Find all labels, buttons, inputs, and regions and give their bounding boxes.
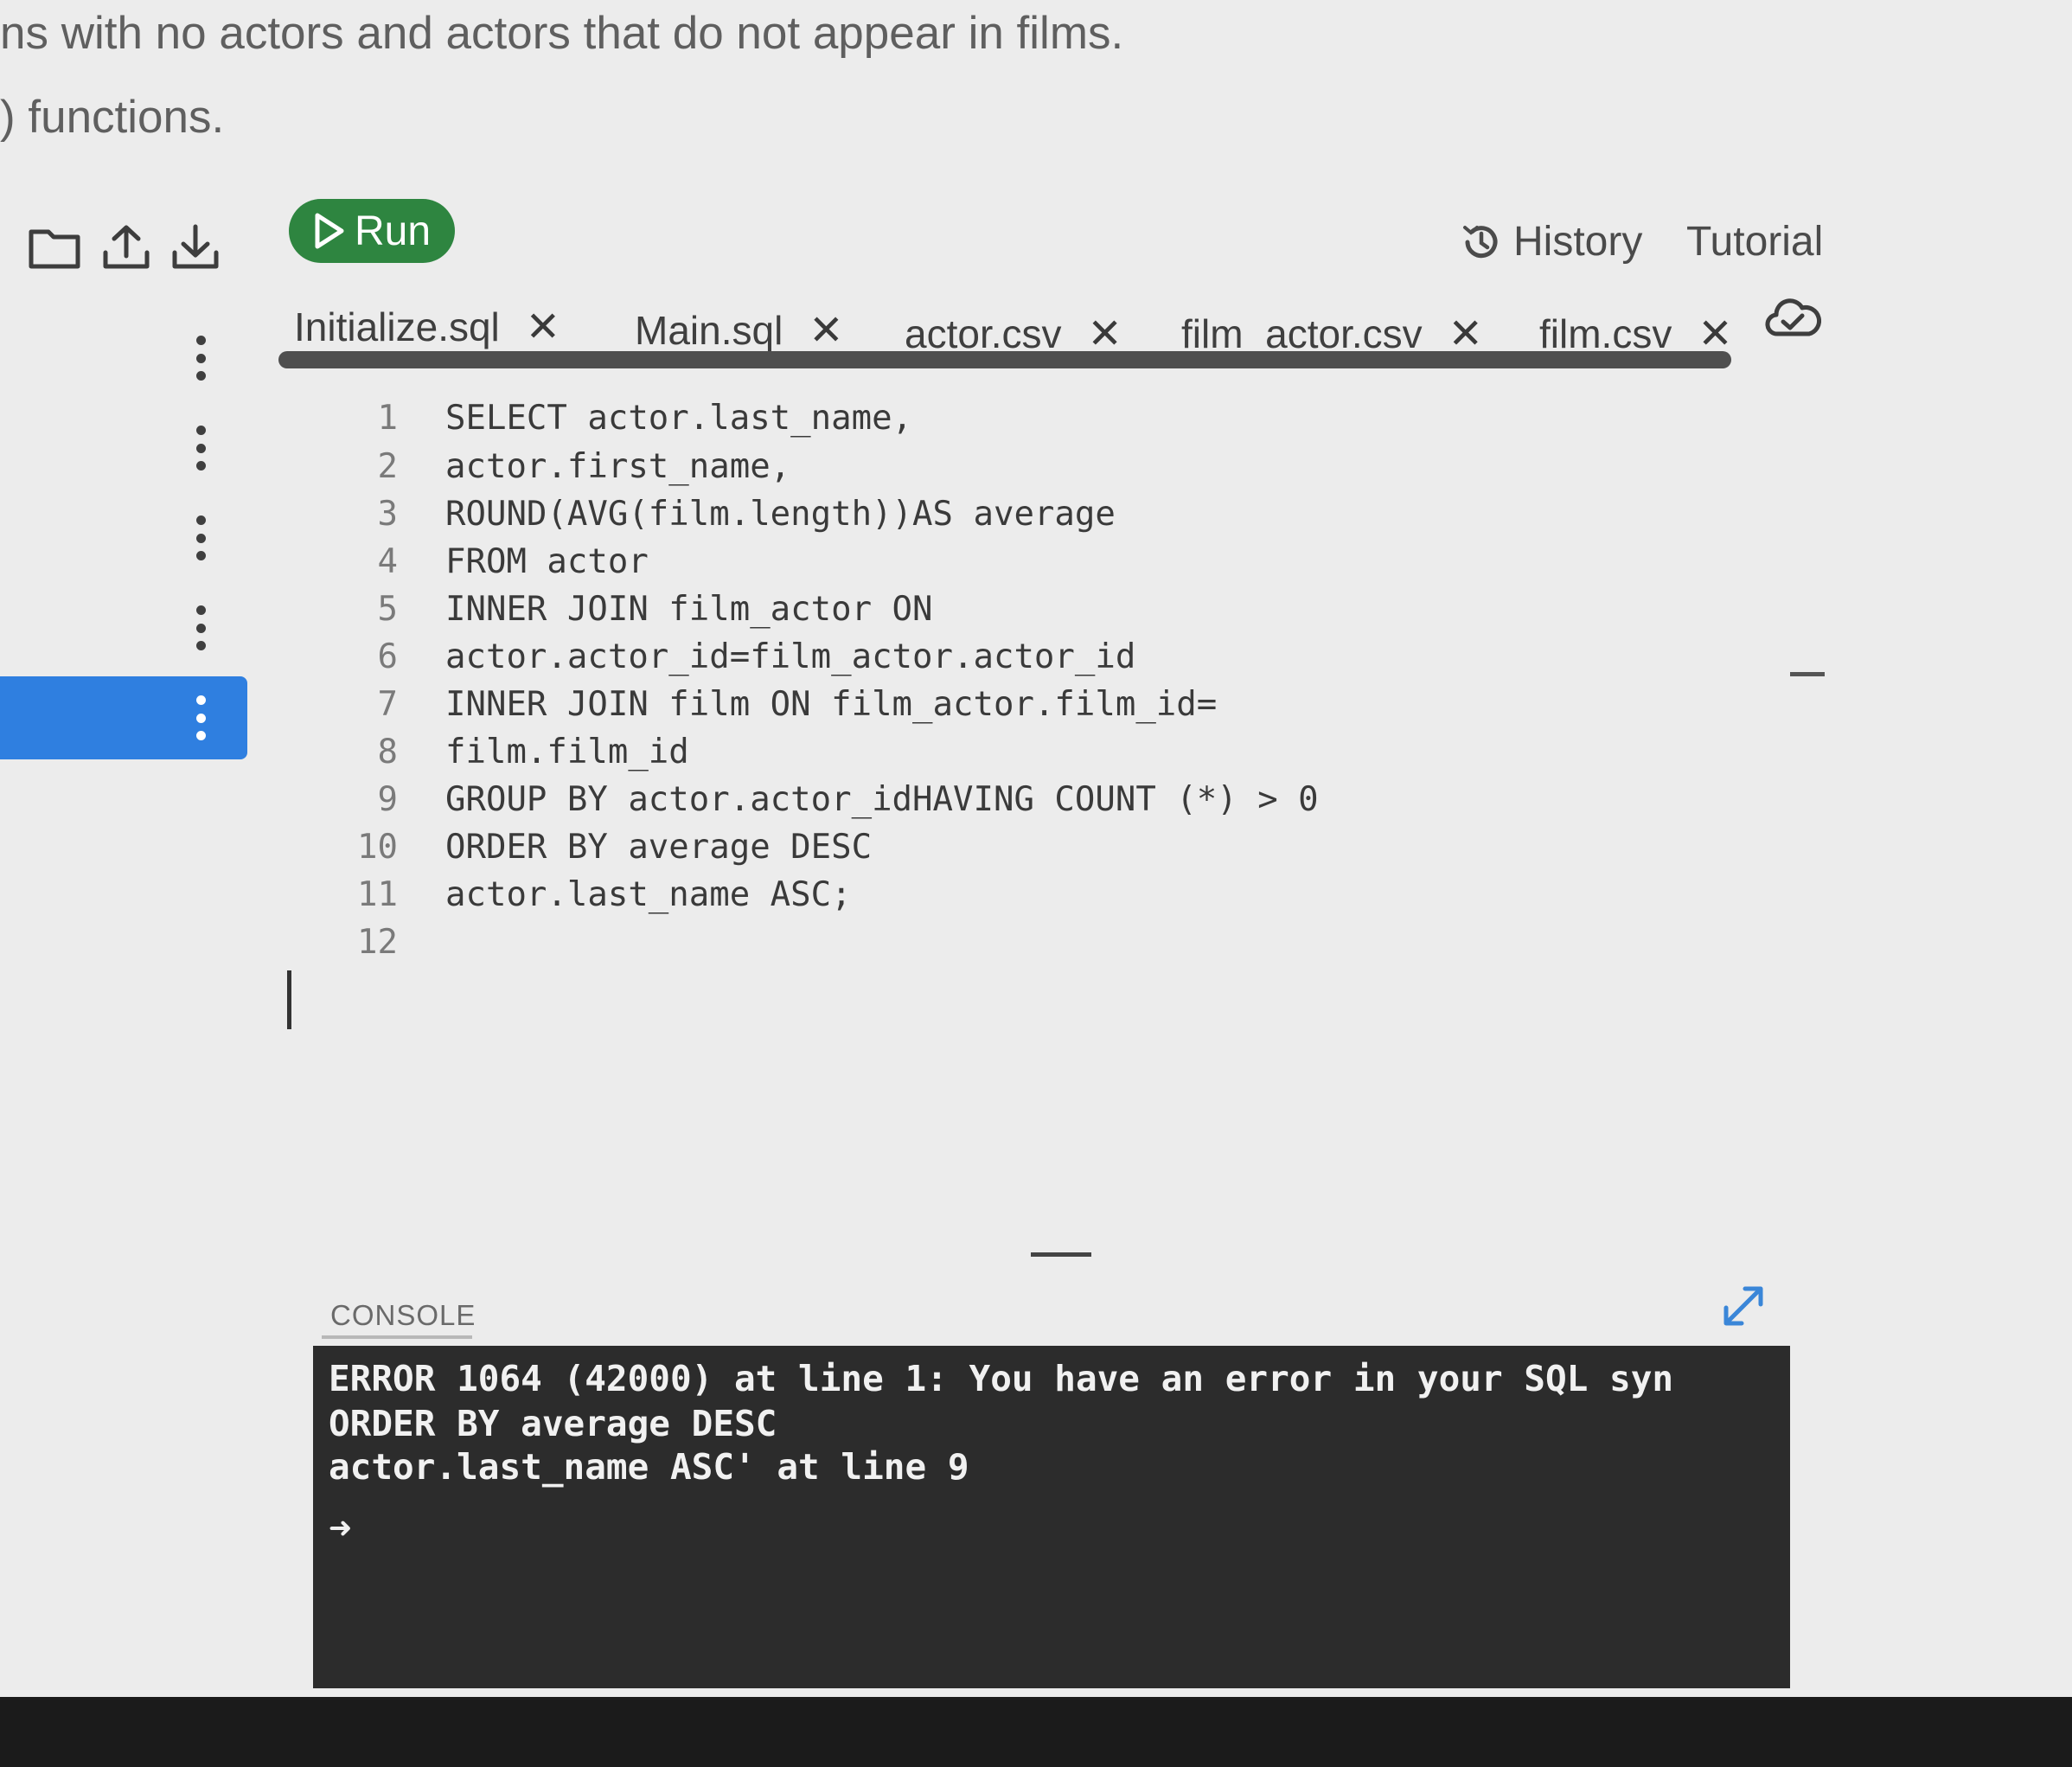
close-icon[interactable]: ✕ (809, 306, 843, 355)
tab-label: film.csv (1539, 311, 1672, 356)
more-options-icon[interactable] (194, 336, 208, 381)
run-label: Run (354, 208, 432, 254)
tab-main-sql[interactable]: Main.sql ✕ (635, 306, 844, 355)
code-line: 9 GROUP BY actor.actor_idHAVING COUNT (*)… (346, 776, 1319, 823)
line-number: 11 (357, 874, 398, 914)
folder-icon[interactable] (28, 223, 83, 272)
code-line: 10 ORDER BY average DESC (346, 823, 872, 870)
code-text: SELECT actor.last_name, (445, 398, 913, 438)
line-number: 8 (377, 732, 398, 771)
line-number: 1 (377, 398, 398, 438)
line-number: 4 (377, 541, 398, 581)
tutorial-link[interactable]: Tutorial (1686, 218, 1823, 266)
download-icon[interactable] (168, 223, 223, 272)
expand-icon[interactable] (1719, 1282, 1768, 1330)
console-label: CONSOLE (330, 1299, 476, 1331)
text-caret (287, 970, 291, 1029)
line-number: 2 (377, 446, 398, 486)
tab-label: Initialize.sql (294, 304, 500, 349)
console-output[interactable]: ERROR 1064 (42000) at line 1: You have a… (313, 1346, 1790, 1688)
file-row-active[interactable] (0, 676, 247, 759)
code-text: actor.actor_id=film_actor.actor_id (445, 637, 1136, 676)
code-text: ROUND(AVG(film.length))AS average (445, 494, 1116, 534)
file-row[interactable] (0, 586, 247, 669)
code-line: 7 INNER JOIN film ON film_actor.film_id= (346, 681, 1218, 727)
panel-resize-handle[interactable] (1031, 1252, 1091, 1257)
upload-icon[interactable] (99, 223, 154, 272)
code-text: FROM actor (445, 541, 649, 581)
code-line: 2 actor.first_name, (346, 443, 791, 490)
code-text: GROUP BY actor.actor_idHAVING COUNT (*) … (445, 779, 1319, 819)
tab-label: film_actor.csv (1181, 311, 1423, 356)
more-options-icon[interactable] (194, 515, 208, 560)
line-number: 9 (377, 779, 398, 819)
close-icon[interactable]: ✕ (526, 303, 560, 351)
instructions-text: ) functions. (0, 92, 225, 143)
play-icon (315, 213, 344, 249)
more-options-icon[interactable] (194, 426, 208, 471)
tab-scrollbar[interactable] (278, 351, 1731, 368)
history-button[interactable]: History (1460, 218, 1642, 266)
line-number: 12 (357, 922, 398, 962)
more-options-icon[interactable] (194, 695, 208, 740)
code-text: INNER JOIN film ON film_actor.film_id= (445, 684, 1218, 724)
instructions-text: ns with no actors and actors that do not… (0, 8, 1124, 59)
code-line: 5 INNER JOIN film_actor ON (346, 586, 933, 632)
code-text: INNER JOIN film_actor ON (445, 589, 933, 629)
run-button[interactable]: Run (289, 199, 455, 263)
line-number: 6 (377, 637, 398, 676)
code-line: 8 film.film_id (346, 728, 689, 775)
screen-bezel (0, 1697, 2072, 1767)
console-line: ORDER BY average DESC (329, 1403, 777, 1444)
code-editor[interactable]: 1 SELECT actor.last_name, 2 actor.first_na… (346, 372, 1816, 962)
code-line: 12 (346, 919, 398, 965)
code-line: 4 FROM actor (346, 538, 649, 585)
line-number: 5 (377, 589, 398, 629)
cloud-saved-icon (1764, 296, 1821, 343)
line-number: 7 (377, 684, 398, 724)
code-text: actor.first_name, (445, 446, 791, 486)
code-line: 1 SELECT actor.last_name, (346, 394, 913, 441)
code-text: film.film_id (445, 732, 689, 771)
line-number: 10 (357, 827, 398, 867)
file-row[interactable] (0, 317, 247, 400)
line-number: 3 (377, 494, 398, 534)
file-row[interactable] (0, 496, 247, 579)
console-tab-underline (322, 1335, 472, 1339)
console-prompt-icon: ➜ (329, 1507, 352, 1551)
code-text: ORDER BY average DESC (445, 827, 873, 867)
tab-initialize-sql[interactable]: Initialize.sql ✕ (294, 303, 560, 351)
code-text: actor.last_name ASC; (445, 874, 852, 914)
tab-label: actor.csv (905, 311, 1062, 356)
history-icon (1463, 225, 1498, 258)
tab-label: Main.sql (635, 308, 783, 353)
more-options-icon[interactable] (194, 605, 208, 650)
minimize-indicator[interactable] (1790, 672, 1825, 676)
console-line: actor.last_name ASC' at line 9 (329, 1446, 969, 1488)
file-row[interactable] (0, 407, 247, 490)
code-line: 11 actor.last_name ASC; (346, 871, 852, 918)
code-line: 3 ROUND(AVG(film.length))AS average (346, 490, 1116, 537)
history-label: History (1513, 219, 1643, 265)
code-line: 6 actor.actor_id=film_actor.actor_id (346, 633, 1136, 680)
console-line: ERROR 1064 (42000) at line 1: You have a… (329, 1358, 1674, 1399)
